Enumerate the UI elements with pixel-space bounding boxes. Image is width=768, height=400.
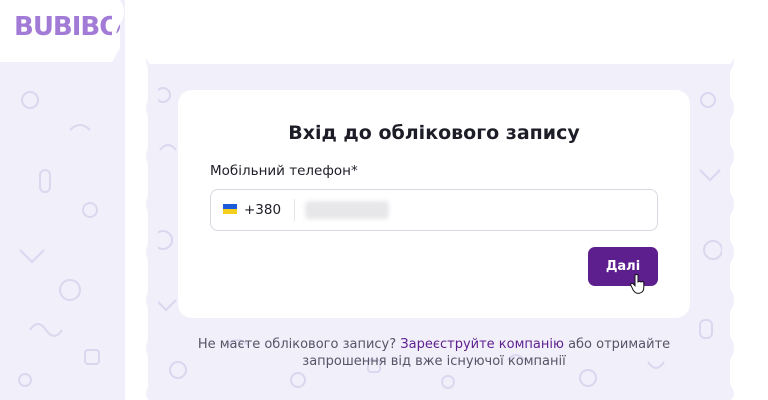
hand-cursor-icon <box>630 274 645 294</box>
login-card: Вхід до облікового запису Мобільний теле… <box>178 90 690 318</box>
wavy-edge-left <box>112 0 124 400</box>
ukraine-flag-icon[interactable] <box>223 204 237 214</box>
footer-prefix: Не маєте облікового запису? <box>197 337 397 352</box>
wavy-edge-main-right <box>722 0 734 400</box>
logo-area: BUBIBO <box>0 0 121 62</box>
field-divider <box>294 199 295 221</box>
phone-field[interactable]: +380 <box>210 189 658 231</box>
left-decorative-panel: BUBIBO <box>0 0 125 400</box>
phone-input[interactable] <box>303 200 407 222</box>
login-title: Вхід до облікового запису <box>288 122 580 144</box>
bubibo-logo[interactable]: BUBIBO <box>14 12 121 42</box>
wavy-edge-main-left <box>146 0 158 400</box>
footer-text: Не маєте облікового запису? Зареєструйте… <box>178 336 690 370</box>
register-company-link[interactable]: Зареєструйте компанію <box>400 337 564 352</box>
phone-label: Мобільний телефон* <box>210 163 358 179</box>
main-top-bar <box>148 0 730 64</box>
country-code-prefix[interactable]: +380 <box>244 202 281 218</box>
next-button[interactable]: Далі <box>588 247 658 286</box>
